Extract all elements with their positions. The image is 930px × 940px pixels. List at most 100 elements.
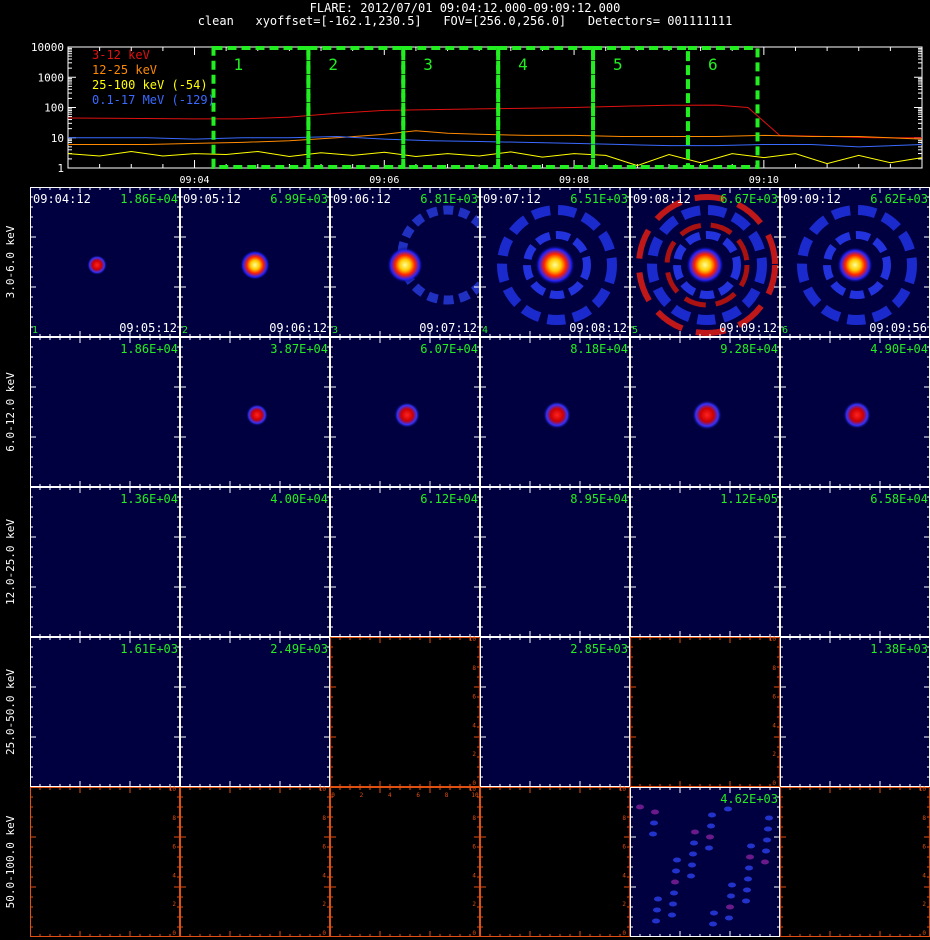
flare-source — [387, 247, 423, 283]
image-panel: 6.81E+03 09:06:12 09:07:12 3 — [330, 187, 497, 337]
interval-box-1 — [211, 46, 311, 169]
energy-band-label-2: 6.0-12.0 keV — [4, 372, 17, 452]
noise-blob — [649, 831, 657, 837]
xtick-label: 09:06 — [369, 175, 399, 185]
energy-band-label-1: 3.0-6.0 keV — [4, 225, 17, 298]
image-panel: 4.90E+04 — [780, 337, 930, 487]
series-line-4 — [68, 135, 923, 148]
axis-tick-label: 10 — [469, 636, 477, 643]
peak-value-label: 6.67E+03 — [720, 192, 778, 206]
interval-label-3: 3 — [423, 55, 433, 74]
noise-blob — [688, 862, 696, 868]
interval-index: 1 — [32, 325, 38, 336]
imaging-parameters: clean xyoffset=[-162.1,230.5] FOV=[256.0… — [197, 14, 733, 28]
ytick-label: 1 — [57, 162, 64, 175]
peak-value-label: 2.85E+03 — [570, 642, 628, 656]
interval-index: 6 — [782, 325, 788, 336]
interval-start-time: 09:09:12 — [783, 192, 841, 206]
lightcurve-frame — [67, 46, 923, 169]
noise-blob — [747, 843, 755, 849]
flare-source — [686, 246, 724, 284]
image-background — [330, 637, 480, 787]
flare-source — [843, 401, 871, 429]
peak-value-label: 4.62E+03 — [720, 792, 778, 806]
axis-tick-label: 4 — [322, 872, 326, 879]
image-background — [330, 787, 480, 937]
image-panel: 0246810 — [330, 636, 480, 787]
image-panel: 8.95E+04 — [480, 487, 630, 637]
image-background — [480, 637, 630, 787]
interval-box-2 — [306, 46, 406, 169]
axis-tick-label: 2 — [360, 792, 364, 799]
image-background — [780, 787, 930, 937]
axis-tick-label: 2 — [922, 901, 926, 908]
peak-value-label: 2.49E+03 — [270, 642, 328, 656]
peak-value-label: 4.90E+04 — [870, 342, 928, 356]
axis-tick-label: 10 — [319, 786, 327, 793]
axis-tick-label: 6 — [922, 844, 926, 851]
peak-value-label: 1.12E+05 — [720, 492, 778, 506]
image-background — [180, 487, 330, 637]
interval-start-time: 09:05:12 — [183, 192, 241, 206]
noise-blob — [724, 806, 732, 812]
axis-tick-label: 8 — [922, 815, 926, 822]
axis-tick-label: 10 — [619, 786, 627, 793]
flare-source — [837, 247, 873, 283]
peak-value-label: 6.99E+03 — [270, 192, 328, 206]
axis-tick-label: 0 — [772, 780, 776, 787]
image-panel: 6.99E+03 09:05:12 09:06:12 2 — [180, 187, 330, 337]
image-panel: 2.49E+03 — [180, 637, 330, 787]
axis-tick-label: 6 — [172, 844, 176, 851]
image-panel: 1.61E+03 — [30, 637, 180, 787]
series-line-2 — [68, 130, 923, 145]
flare-source — [246, 404, 268, 426]
energy-band-label-3: 12.0-25.0 keV — [4, 519, 17, 605]
axis-tick-label: 0 — [472, 930, 476, 937]
axis-tick-label: 6 — [472, 694, 476, 701]
image-panel: 0246810 — [630, 636, 780, 787]
interval-end-time: 09:08:12 — [569, 321, 627, 335]
axis-tick-label: 4 — [172, 872, 176, 879]
interval-index: 3 — [332, 325, 338, 336]
axis-tick-label: 10 — [471, 792, 479, 799]
interval-start-time: 09:06:12 — [333, 192, 391, 206]
axis-tick-label: 4 — [772, 722, 776, 729]
interval-box-5 — [591, 46, 690, 169]
image-panel: 1.36E+04 — [30, 487, 180, 637]
image-panel: 3.87E+04 — [180, 337, 330, 487]
noise-blob — [651, 809, 659, 815]
peak-value-label: 9.28E+04 — [720, 342, 778, 356]
image-panel: 6.12E+04 — [330, 487, 480, 637]
axis-tick-label: 0 — [622, 930, 626, 937]
noise-blob — [654, 896, 662, 902]
peak-value-label: 1.38E+03 — [870, 642, 928, 656]
ytick-label: 1000 — [38, 71, 65, 84]
noise-blob — [710, 910, 718, 916]
flare-source — [692, 400, 722, 430]
image-panel: 4.00E+04 — [180, 487, 330, 637]
noise-blob — [706, 834, 714, 840]
image-panel: 6.67E+03 09:08:12 09:09:12 5 — [630, 187, 780, 337]
xtick-label: 09:08 — [559, 175, 589, 185]
interval-box-3 — [401, 46, 501, 169]
interval-start-time: 09:04:12 — [33, 192, 91, 206]
noise-blob — [691, 829, 699, 835]
peak-value-label: 4.00E+04 — [270, 492, 328, 506]
series-line-3 — [67, 150, 923, 167]
noise-blob — [765, 815, 773, 821]
energy-band-label-4: 25.0-50.0 keV — [4, 669, 17, 755]
axis-tick-label: 4 — [472, 872, 476, 879]
axis-tick-label: 4 — [622, 872, 626, 879]
noise-blob — [708, 812, 716, 818]
image-grid: 3.0-6.0 keV 6.0-12.0 keV 12.0-25.0 keV 25.0… — [4, 187, 930, 937]
interval-label-1: 1 — [233, 55, 243, 74]
noise-blob — [672, 868, 680, 874]
interval-label-6: 6 — [708, 55, 718, 74]
image-background — [330, 487, 480, 637]
noise-blob — [742, 898, 750, 904]
axis-tick-label: 8 — [772, 665, 776, 672]
lightcurve-plot: 10000 1000 100 10 1 09:04 09:06 09:08 09:10 3-12 … — [31, 41, 923, 185]
noise-blob — [743, 887, 751, 893]
noise-blob — [707, 823, 715, 829]
axis-tick-label: 2 — [322, 901, 326, 908]
